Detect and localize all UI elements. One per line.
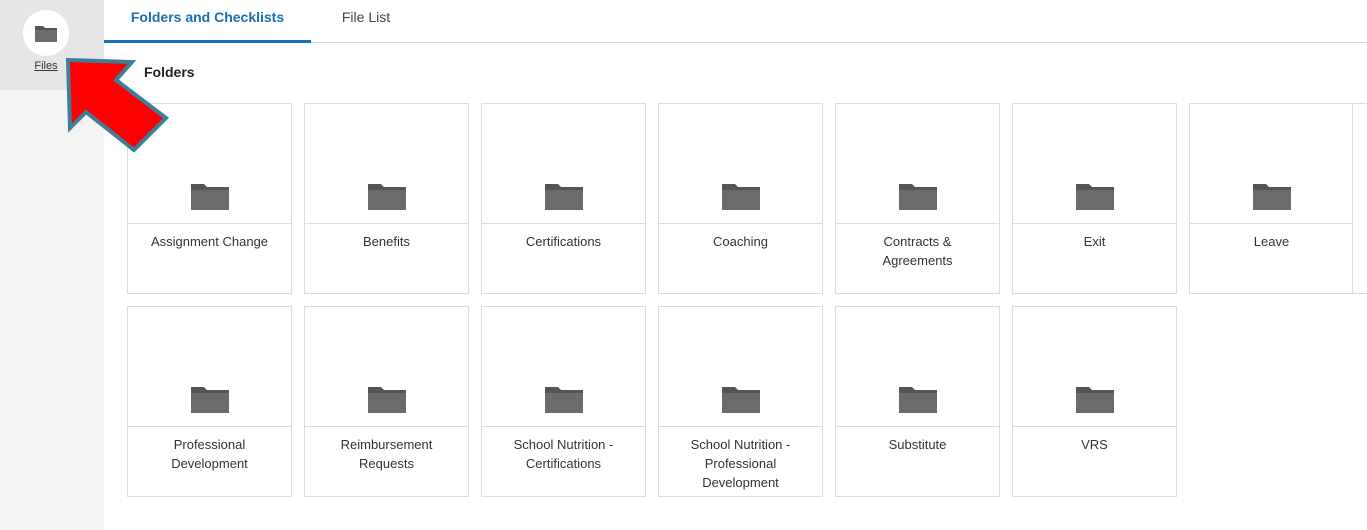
folder-name: Assignment Change xyxy=(150,234,269,249)
folder-tile[interactable]: Substitute xyxy=(835,306,1000,497)
folder-tile[interactable]: Reimbursement Requests xyxy=(304,306,469,497)
folder-icon xyxy=(35,26,57,42)
sidebar-files-icon-circle xyxy=(23,10,69,56)
folder-name: Exit xyxy=(1083,234,1106,249)
tab-file-list[interactable]: File List xyxy=(328,0,404,43)
folder-tile[interactable]: Exit xyxy=(1012,103,1177,294)
folder-name: Substitute xyxy=(888,437,947,452)
tab-folders-and-checklists[interactable]: Folders and Checklists xyxy=(104,0,311,43)
folder-tile[interactable]: School Nutrition - Certifications xyxy=(481,306,646,497)
folder-name: School Nutrition - Certifications xyxy=(513,437,614,471)
folder-tile[interactable]: Certifications xyxy=(481,103,646,294)
folder-tile[interactable]: Benefits xyxy=(304,103,469,294)
folder-icon xyxy=(1252,184,1291,210)
tab-bar: Folders and Checklists File List xyxy=(104,0,1367,43)
folder-name: Certifications xyxy=(525,234,602,249)
folder-name: VRS xyxy=(1081,437,1108,452)
folder-icon xyxy=(190,184,229,210)
folder-icon xyxy=(1075,387,1114,413)
folder-icon xyxy=(544,184,583,210)
folder-icon xyxy=(898,184,937,210)
folder-tile[interactable]: Coaching xyxy=(658,103,823,294)
folder-icon xyxy=(367,184,406,210)
folder-icon xyxy=(367,387,406,413)
folder-grid: Assignment Change Benefits Certification… xyxy=(127,103,1367,503)
folder-icon xyxy=(544,387,583,413)
folder-tile[interactable]: VRS xyxy=(1012,306,1177,497)
folder-tile[interactable]: Contracts & Agreements xyxy=(835,103,1000,294)
folder-icon xyxy=(721,184,760,210)
folder-name: Contracts & Agreements xyxy=(882,234,953,268)
folder-name: Reimbursement Requests xyxy=(340,437,433,471)
folder-tile[interactable]: School Nutrition - Professional Developm… xyxy=(658,306,823,497)
folder-name: Benefits xyxy=(363,234,410,249)
folder-icon xyxy=(190,387,229,413)
arrow-pointer-icon xyxy=(65,57,170,153)
folder-icon xyxy=(721,387,760,413)
folder-name: Coaching xyxy=(713,234,768,249)
folder-name: Leave xyxy=(1253,234,1290,249)
folder-tile-partial[interactable] xyxy=(1352,103,1367,294)
folder-name: School Nutrition - Professional Developm… xyxy=(690,437,791,490)
folder-icon xyxy=(1075,184,1114,210)
folder-tile[interactable]: Professional Development xyxy=(127,306,292,497)
folder-icon xyxy=(898,387,937,413)
folder-name: Professional Development xyxy=(171,437,248,471)
folder-tile[interactable]: Leave xyxy=(1189,103,1354,294)
